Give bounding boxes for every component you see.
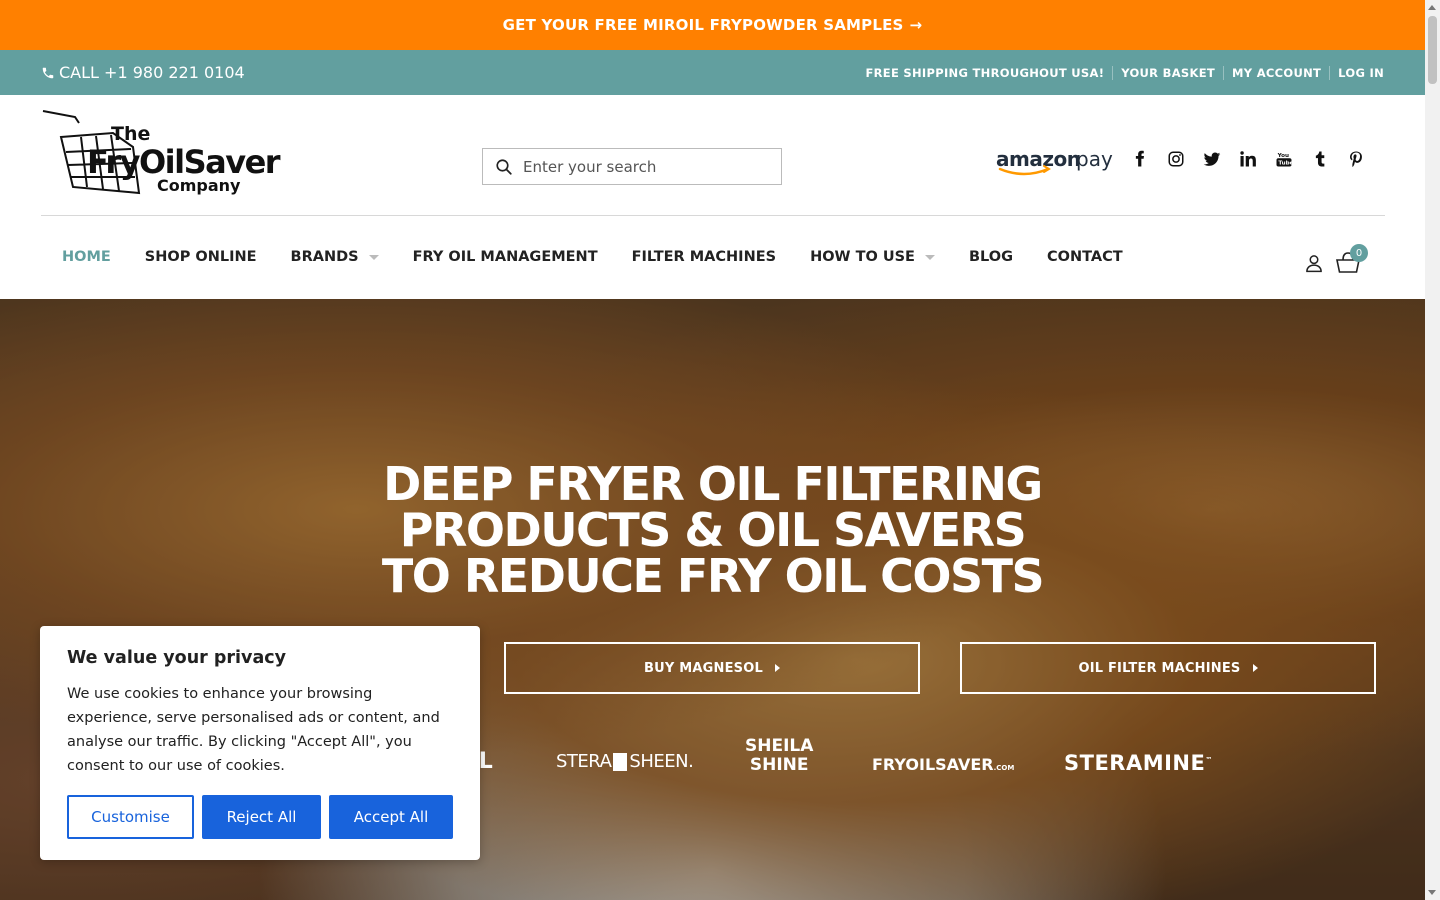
- site-header: The FryOilSaver Company amazon pay You Tu…: [41, 95, 1385, 216]
- scroll-up-icon[interactable]: [1428, 5, 1436, 10]
- chevron-down-icon: [924, 254, 935, 260]
- top-bar: CALL +1 980 221 0104 FREE SHIPPING THROU…: [0, 50, 1425, 95]
- pinterest-icon[interactable]: [1347, 149, 1365, 169]
- hero-title: DEEP FRYER OIL FILTERING PRODUCTS & OIL …: [0, 461, 1425, 599]
- search-box[interactable]: [482, 148, 782, 185]
- nav-item-how-to-use[interactable]: HOW TO USE: [810, 249, 935, 265]
- oil-filter-machines-button[interactable]: OIL FILTER MACHINES: [960, 642, 1376, 694]
- nav-label: FILTER MACHINES: [631, 249, 777, 265]
- svg-text:The: The: [111, 123, 150, 145]
- tumblr-icon[interactable]: [1311, 149, 1329, 169]
- brand-logo-fryoilsaver[interactable]: FRYOILSAVER.COM: [872, 755, 1014, 774]
- twitter-icon[interactable]: [1203, 149, 1221, 169]
- promo-text[interactable]: GET YOUR FREE MIROIL FRYPOWDER SAMPLES: [503, 16, 904, 34]
- log-in-link[interactable]: LOG IN: [1329, 65, 1384, 80]
- accept-all-button[interactable]: Accept All: [329, 795, 453, 839]
- main-nav: HOME SHOP ONLINE BRANDS FRY OIL MANAGEME…: [41, 216, 1385, 299]
- search-input[interactable]: [523, 157, 763, 176]
- customise-button[interactable]: Customise: [67, 795, 194, 839]
- hero-title-line: TO REDUCE FRY OIL COSTS: [381, 549, 1045, 603]
- nav-item-filter-machines[interactable]: FILTER MACHINES: [632, 249, 776, 265]
- social-links: You Tube: [1131, 149, 1365, 169]
- instagram-icon[interactable]: [1167, 149, 1185, 169]
- nav-item-blog[interactable]: BLOG: [969, 249, 1013, 265]
- phone-icon: [42, 67, 54, 78]
- button-label: BUY MAGNESOL: [644, 660, 763, 676]
- scrollbar-thumb[interactable]: [1428, 16, 1437, 84]
- nav-label: HOW TO USE: [810, 249, 915, 265]
- svg-text:You: You: [1277, 153, 1289, 159]
- svg-text:pay: pay: [1076, 147, 1113, 171]
- buy-magnesol-button[interactable]: BUY MAGNESOL: [504, 642, 920, 694]
- nav-label: SHOP ONLINE: [144, 249, 257, 265]
- nav-item-fry-oil-management[interactable]: FRY OIL MANAGEMENT: [413, 249, 598, 265]
- linkedin-icon[interactable]: [1239, 149, 1257, 169]
- search-icon[interactable]: [495, 158, 513, 176]
- scroll-down-icon[interactable]: [1428, 890, 1436, 895]
- button-label: OIL FILTER MACHINES: [1078, 660, 1241, 676]
- hero-title-line: DEEP FRYER OIL FILTERING: [383, 457, 1043, 511]
- my-account-link[interactable]: MY ACCOUNT: [1223, 65, 1329, 80]
- nav-item-brands[interactable]: BRANDS: [291, 249, 379, 265]
- promo-banner[interactable]: GET YOUR FREE MIROIL FRYPOWDER SAMPLES →: [0, 0, 1425, 50]
- cookie-consent-banner: We value your privacy We use cookies to …: [40, 626, 480, 860]
- reject-all-button[interactable]: Reject All: [202, 795, 321, 839]
- free-shipping-link[interactable]: FREE SHIPPING THROUGHOUT USA!: [858, 66, 1113, 80]
- hero-title-line: PRODUCTS & OIL SAVERS: [399, 503, 1027, 557]
- brand-logo-sterasheen[interactable]: STERA SHEEN.: [556, 751, 694, 772]
- page-scrollbar[interactable]: [1425, 0, 1440, 900]
- chevron-down-icon: [368, 254, 379, 260]
- top-links: FREE SHIPPING THROUGHOUT USA! YOUR BASKE…: [858, 65, 1385, 80]
- nav-label: FRY OIL MANAGEMENT: [412, 249, 598, 265]
- your-basket-link[interactable]: YOUR BASKET: [1112, 65, 1223, 80]
- cookie-title: We value your privacy: [67, 648, 287, 668]
- nav-label: HOME: [62, 249, 111, 265]
- amazon-pay-logo[interactable]: amazon pay: [996, 147, 1116, 179]
- youtube-icon[interactable]: You Tube: [1275, 149, 1293, 169]
- brand-logo-steramine[interactable]: STERAMINE™: [1064, 751, 1213, 775]
- svg-text:Tube: Tube: [1278, 161, 1293, 167]
- nav-item-shop-online[interactable]: SHOP ONLINE: [145, 249, 257, 265]
- phone-number: CALL +1 980 221 0104: [59, 63, 245, 82]
- cookie-description: We use cookies to enhance your browsing …: [67, 686, 440, 774]
- nav-item-contact[interactable]: CONTACT: [1047, 249, 1123, 265]
- arrow-right-icon: →: [909, 16, 923, 34]
- fryoilsaver-logo[interactable]: The FryOilSaver Company: [41, 107, 291, 199]
- caret-right-icon: [1252, 664, 1258, 672]
- facebook-icon[interactable]: [1131, 149, 1149, 169]
- nav-label: BRANDS: [290, 249, 359, 265]
- brand-logo-sheila-shine[interactable]: SHEILA SHINE: [745, 737, 813, 775]
- svg-text:amazon: amazon: [996, 147, 1080, 171]
- phone-link[interactable]: CALL +1 980 221 0104: [41, 63, 245, 82]
- nav-label: CONTACT: [1046, 249, 1123, 265]
- svg-text:Company: Company: [157, 176, 241, 195]
- user-account-icon[interactable]: [1304, 253, 1324, 273]
- cart-count-badge: 0: [1350, 244, 1368, 262]
- palm-icon: [613, 752, 628, 771]
- nav-item-home[interactable]: HOME: [62, 249, 111, 265]
- caret-right-icon: [774, 664, 780, 672]
- nav-label: BLOG: [968, 249, 1013, 265]
